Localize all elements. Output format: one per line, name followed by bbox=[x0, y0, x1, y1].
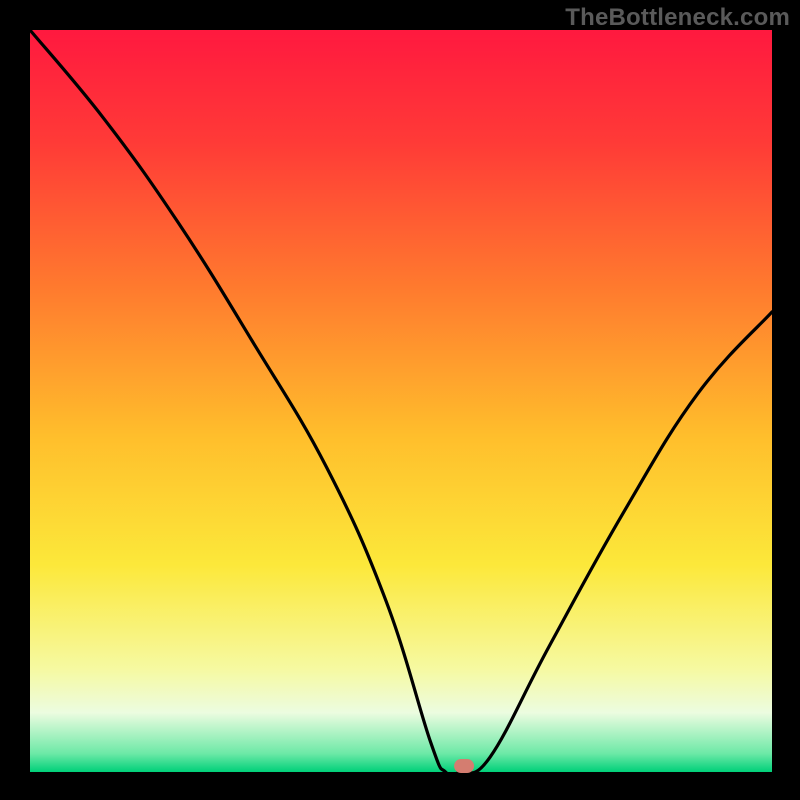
bottleneck-chart bbox=[0, 0, 800, 800]
chart-container: TheBottleneck.com bbox=[0, 0, 800, 800]
watermark-text: TheBottleneck.com bbox=[565, 4, 790, 32]
